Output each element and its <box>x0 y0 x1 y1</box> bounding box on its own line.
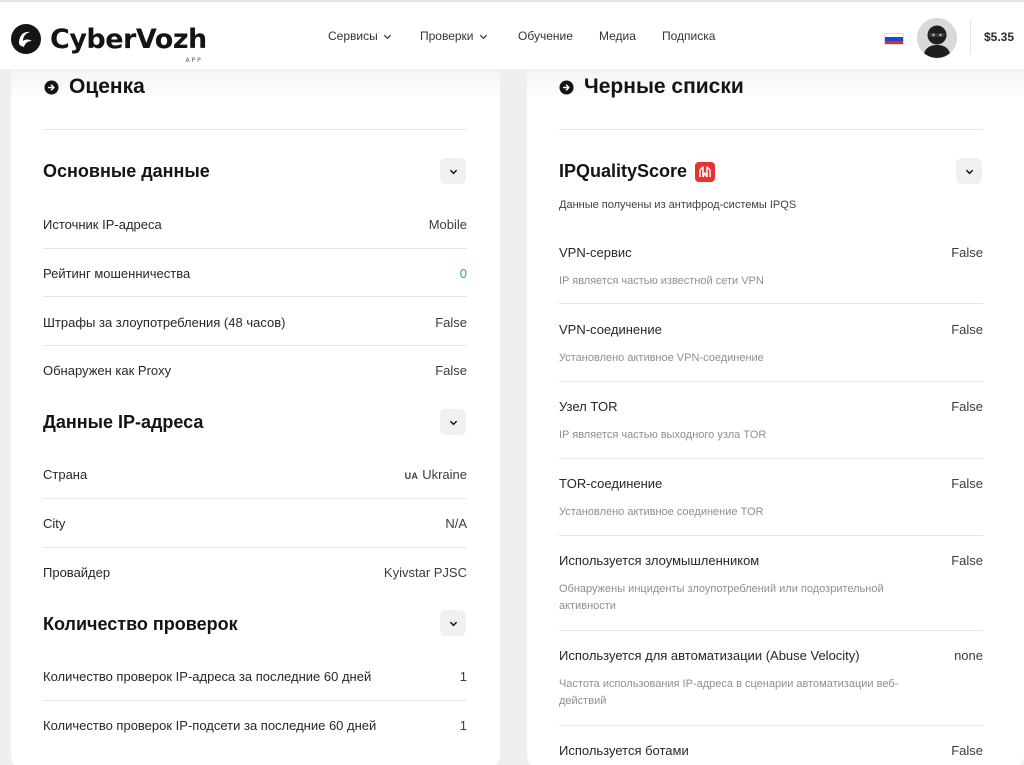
chevron-down-icon <box>965 169 973 174</box>
divider <box>559 630 983 631</box>
row-description: IP является частью известной сети VPN <box>559 275 764 287</box>
chevron-down-icon <box>449 169 457 174</box>
cybervozh-logo[interactable]: CyberVozh APP <box>10 22 207 64</box>
fraud-score-value: 0 <box>459 266 467 281</box>
chevron-down-icon <box>449 420 457 425</box>
nav-label: Обучение <box>518 29 573 43</box>
chevron-down-icon <box>449 621 457 626</box>
row-label: Штрафы за злоупотребления (48 часов) <box>43 315 286 330</box>
divider <box>43 296 467 297</box>
collapse-toggle-ipqs[interactable] <box>956 158 982 184</box>
nav-item-checks[interactable]: Проверки <box>420 29 488 43</box>
arrow-right-circle-icon <box>44 79 59 95</box>
nav-item-learning[interactable]: Обучение <box>518 29 573 43</box>
row-label: Используется для автоматизации (Abuse Ve… <box>559 648 860 663</box>
divider <box>43 345 467 346</box>
row-label: Источник IP-адреса <box>43 217 162 232</box>
language-flag-icon[interactable] <box>884 33 904 45</box>
nav-label: Подписка <box>662 29 716 43</box>
row-description: Частота использования IP-адреса в сценар… <box>559 678 899 707</box>
row-value: Kyivstar PJSC <box>383 565 467 580</box>
row-value: 1 <box>459 718 467 733</box>
nav-item-services[interactable]: Сервисы <box>328 29 392 43</box>
divider <box>559 535 983 536</box>
row-value: Mobile <box>428 217 467 232</box>
row-label: Узел TOR <box>559 399 618 414</box>
blacklists-card: Черные списки IPQualityScore Данные полу… <box>527 69 1024 765</box>
nav-label: Проверки <box>420 29 474 43</box>
row-label: VPN-сервис <box>559 245 632 260</box>
row-value: False <box>951 399 983 414</box>
group-title-ip-data: Данные IP-адреса <box>43 412 204 432</box>
chevron-down-icon <box>383 34 391 39</box>
logo-icon <box>11 24 41 54</box>
nav-label: Медиа <box>599 29 636 43</box>
nav-item-media[interactable]: Медиа <box>599 29 636 43</box>
country-code: UA <box>404 471 419 481</box>
top-navigation-bar: CyberVozh APP Сервисы Проверки Обучение М… <box>0 0 1024 69</box>
row-value: False <box>951 743 983 758</box>
divider <box>43 129 467 130</box>
collapse-toggle-check-count[interactable] <box>440 610 466 636</box>
row-label: VPN-соединение <box>559 322 662 337</box>
divider <box>43 547 467 548</box>
row-label: Провайдер <box>43 565 111 580</box>
row-value: False <box>951 245 983 260</box>
row-description: Установлено активное VPN-соединение <box>559 352 764 364</box>
row-label: City <box>43 516 66 531</box>
row-label: Используется злоумышленником <box>559 553 760 568</box>
provider-title: IPQualityScore <box>559 161 716 182</box>
avatar-icon <box>917 18 957 58</box>
divider <box>559 725 983 726</box>
collapse-toggle-ip-data[interactable] <box>440 409 466 435</box>
row-label: TOR-соединение <box>559 476 663 491</box>
group-title-check-count: Количество проверок <box>43 614 238 634</box>
row-value: False <box>951 476 983 491</box>
row-label: Обнаружен как Proxy <box>43 363 172 378</box>
divider <box>559 129 983 130</box>
chevron-down-icon <box>479 34 487 39</box>
divider <box>559 458 983 459</box>
row-label: Используется ботами <box>559 743 689 758</box>
logo-subtitle: APP <box>185 56 203 64</box>
user-avatar[interactable] <box>917 18 957 58</box>
row-value: False <box>951 322 983 337</box>
divider <box>43 498 467 499</box>
row-label: Рейтинг мошенничества <box>43 266 191 281</box>
section-title-assessment: Оценка <box>44 75 145 99</box>
row-label: Количество проверок IP-подсети за послед… <box>43 718 377 733</box>
row-label: Количество проверок IP-адреса за последн… <box>43 669 372 684</box>
ipqs-logo-icon <box>695 161 716 182</box>
divider <box>559 381 983 382</box>
logo-text: CyberVozh APP <box>50 23 207 64</box>
row-description: Установлено активное соединение TOR <box>559 506 764 518</box>
arrow-right-circle-icon <box>559 79 574 95</box>
provider-name: IPQualityScore <box>559 161 688 181</box>
country-name: Ukraine <box>422 467 467 482</box>
assessment-card: Оценка Основные данные Источник IP-адрес… <box>11 69 500 765</box>
row-label: Страна <box>43 467 88 482</box>
header-divider <box>970 20 971 54</box>
account-balance[interactable]: $5.35 <box>984 30 1014 44</box>
row-description: Обнаружены инциденты злоупотреблений или… <box>559 583 884 612</box>
row-value: False <box>951 553 983 568</box>
divider <box>559 303 983 304</box>
row-description: IP является частью выходного узла TOR <box>559 429 767 441</box>
nav-label: Сервисы <box>328 29 378 43</box>
row-value: 1 <box>459 669 467 684</box>
row-value: False <box>435 363 467 378</box>
provider-note: Данные получены из антифрод-системы IPQS <box>559 199 797 211</box>
section-title-blacklists: Черные списки <box>559 75 744 99</box>
collapse-toggle-basic-data[interactable] <box>440 158 466 184</box>
divider <box>43 700 467 701</box>
row-value: none <box>954 648 983 663</box>
row-value: N/A <box>445 516 467 531</box>
country-value: UA Ukraine <box>405 467 467 482</box>
group-title-basic-data: Основные данные <box>43 161 210 181</box>
nav-item-subscription[interactable]: Подписка <box>662 29 715 43</box>
section-title-text: Оценка <box>69 75 145 98</box>
row-value: False <box>435 315 467 330</box>
divider <box>43 248 467 249</box>
section-title-text: Черные списки <box>584 75 744 98</box>
